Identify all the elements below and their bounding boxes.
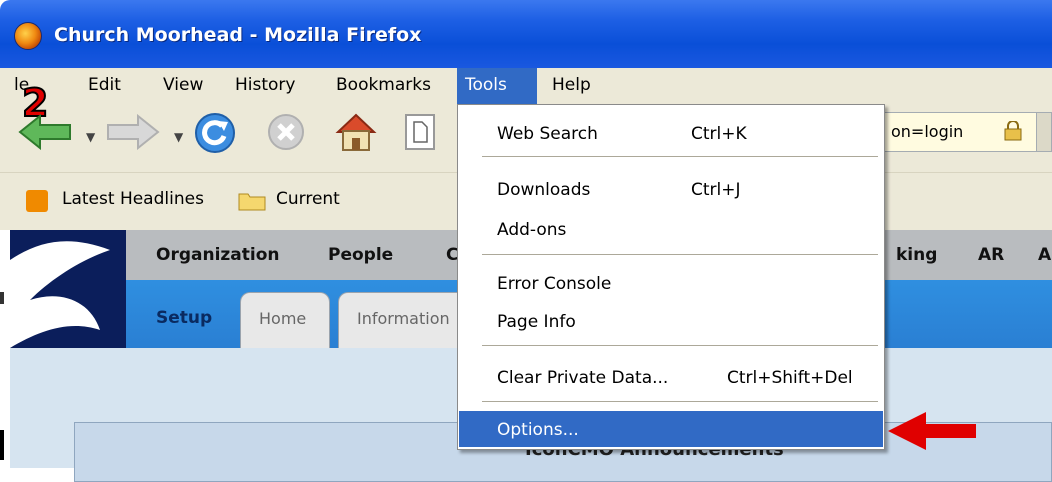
window-title: Church Moorhead - Mozilla Firefox: [54, 24, 422, 46]
menu-bookmarks[interactable]: Bookmarks: [336, 75, 431, 95]
tab-information-label: Information: [357, 309, 450, 328]
back-arrow-icon[interactable]: [18, 114, 72, 150]
nav-organization[interactable]: Organization: [156, 245, 280, 265]
menuitem-shortcut: Ctrl+J: [691, 180, 741, 200]
bookmark-current[interactable]: Current: [276, 189, 340, 209]
menuitem-shortcut: Ctrl+K: [691, 124, 747, 144]
left-edge-mark: [0, 292, 4, 304]
lock-icon[interactable]: [1003, 121, 1023, 141]
bookmark-latest-headlines[interactable]: Latest Headlines: [62, 189, 204, 209]
back-dropdown-icon[interactable]: ▼: [86, 130, 95, 144]
url-dropdown-button[interactable]: [1036, 112, 1052, 152]
menuitem-downloads[interactable]: Downloads Ctrl+J: [459, 171, 883, 207]
forward-arrow-icon[interactable]: [106, 114, 160, 150]
page-favicon-icon: [405, 114, 435, 150]
nav-ar[interactable]: AR: [978, 245, 1004, 265]
home-icon[interactable]: [334, 110, 378, 154]
menuitem-add-ons[interactable]: Add-ons: [459, 211, 883, 247]
menu-separator: [482, 401, 878, 402]
menuitem-label: Options...: [497, 420, 579, 440]
menuitem-clear-private-data[interactable]: Clear Private Data... Ctrl+Shift+Del: [459, 359, 883, 395]
url-text: on=login: [891, 122, 964, 141]
menu-separator: [482, 345, 878, 346]
site-logo: [10, 230, 126, 348]
nav-partial-a[interactable]: A: [1038, 245, 1051, 265]
menu-tools[interactable]: Tools: [465, 75, 507, 95]
forward-dropdown-icon[interactable]: ▼: [174, 130, 183, 144]
left-edge-mark: [0, 430, 4, 460]
menu-separator: [482, 156, 878, 157]
menuitem-label: Add-ons: [497, 220, 567, 240]
menu-tools-highlight[interactable]: Tools: [457, 68, 537, 104]
tab-home[interactable]: Home: [240, 292, 330, 348]
menuitem-label: Downloads: [497, 180, 591, 200]
red-pointer-arrow-icon: [888, 412, 976, 450]
menuitem-label: Clear Private Data...: [497, 368, 669, 388]
url-input[interactable]: on=login: [882, 112, 1042, 152]
menuitem-label: Web Search: [497, 124, 598, 144]
tools-dropdown-menu: Web Search Ctrl+K Downloads Ctrl+J Add-o…: [457, 104, 885, 450]
menu-edit[interactable]: Edit: [88, 75, 121, 95]
reload-icon[interactable]: [194, 112, 236, 154]
menuitem-web-search[interactable]: Web Search Ctrl+K: [459, 115, 883, 151]
nav-partial-king[interactable]: king: [896, 245, 937, 265]
menu-separator: [482, 254, 878, 255]
stop-icon[interactable]: [266, 112, 306, 152]
menu-help[interactable]: Help: [552, 75, 591, 95]
setup-label: Setup: [156, 308, 213, 328]
firefox-logo-icon: [14, 22, 42, 50]
menuitem-page-info[interactable]: Page Info: [459, 303, 883, 339]
menuitem-error-console[interactable]: Error Console: [459, 265, 883, 301]
menuitem-label: Error Console: [497, 274, 612, 294]
nav-people[interactable]: People: [328, 245, 393, 265]
menu-history[interactable]: History: [235, 75, 295, 95]
menuitem-label: Page Info: [497, 312, 576, 332]
tab-home-label: Home: [259, 309, 307, 328]
menuitem-shortcut: Ctrl+Shift+Del: [727, 368, 853, 388]
folder-icon: [238, 193, 266, 211]
rss-feed-icon: [26, 190, 48, 212]
menu-bar: le Edit View History Bookmarks Tools Hel…: [0, 68, 1052, 123]
menuitem-options[interactable]: Options...: [459, 411, 883, 447]
window-title-bar: Church Moorhead - Mozilla Firefox: [0, 0, 1052, 68]
menu-view[interactable]: View: [163, 75, 203, 95]
